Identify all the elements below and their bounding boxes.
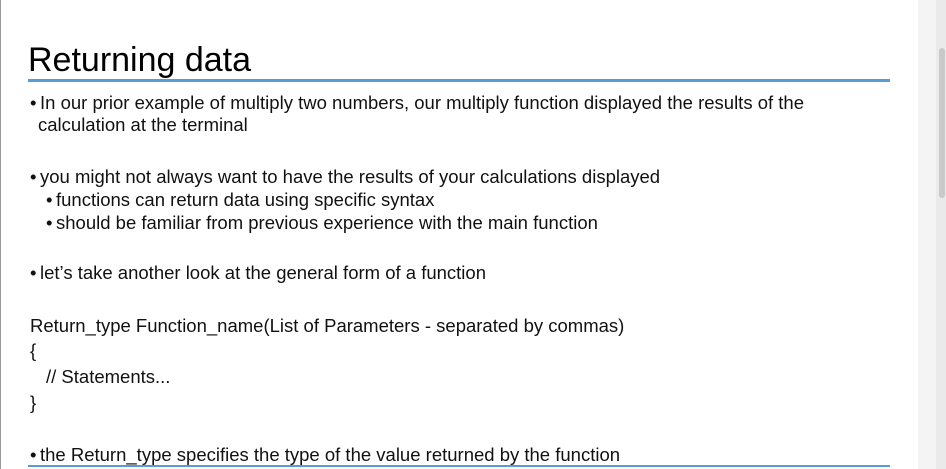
bullet-3: • let’s take another look at the general … <box>30 262 486 284</box>
bullet-2-text: you might not always want to have the re… <box>40 166 661 187</box>
code-body: // Statements... <box>46 366 171 387</box>
bullet-2: • you might not always want to have the r… <box>30 166 660 188</box>
sub-bullet-1: • functions can return data using specifi… <box>46 189 434 211</box>
bullet-1: • In our prior example of multiply two nu… <box>30 92 804 114</box>
slide-title: Returning data <box>28 41 252 79</box>
bottom-divider <box>28 465 890 467</box>
code-signature: Return_type Function_name(List of Parame… <box>30 315 625 336</box>
code-close-brace: } <box>30 392 37 413</box>
sub-bullet-1-text: functions can return data using specific… <box>56 189 435 210</box>
bullet-1-continuation: calculation at the terminal <box>38 114 248 135</box>
bullet-1-text: In our prior example of multiply two num… <box>40 92 805 113</box>
code-open-brace: { <box>30 340 37 361</box>
sub-bullet-2: • should be familiar from previous experi… <box>46 212 598 234</box>
bullet-icon: • <box>46 189 53 210</box>
bullet-icon: • <box>30 92 37 113</box>
scrollbar-thumb[interactable] <box>939 48 945 198</box>
window-left-border <box>0 0 1 469</box>
bullet-icon: • <box>30 262 37 283</box>
bullet-4-text: the Return_type specifies the type of th… <box>40 444 621 465</box>
title-underline <box>28 79 890 82</box>
bullet-4: • the Return_type specifies the type of t… <box>30 444 620 466</box>
bullet-icon: • <box>30 166 37 187</box>
bullet-3-text: let’s take another look at the general f… <box>40 262 486 283</box>
bullet-icon: • <box>30 444 37 465</box>
sub-bullet-2-text: should be familiar from previous experie… <box>56 212 598 233</box>
bullet-icon: • <box>46 212 53 233</box>
